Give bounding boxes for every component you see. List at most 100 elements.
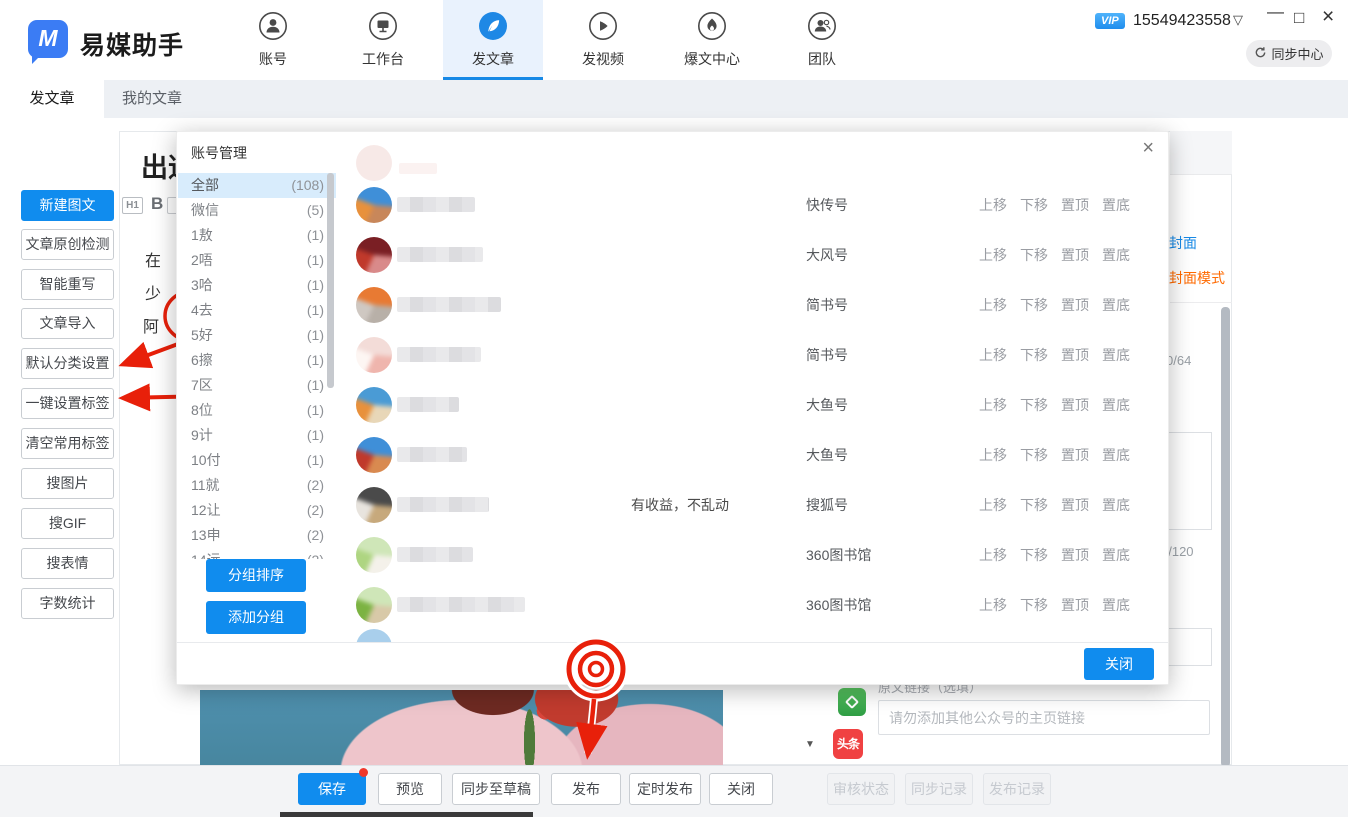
move-bottom-link[interactable]: 置底 bbox=[1102, 195, 1130, 215]
move-top-link[interactable]: 置顶 bbox=[1061, 595, 1089, 615]
cover-link[interactable]: 封面 bbox=[1169, 233, 1197, 253]
move-down-link[interactable]: 下移 bbox=[1020, 395, 1048, 415]
nav-item-2[interactable]: 发文章 bbox=[443, 0, 543, 80]
move-up-link[interactable]: 上移 bbox=[979, 245, 1007, 265]
platform-name: 360图书馆 bbox=[806, 547, 872, 563]
save-button[interactable]: 保存 bbox=[298, 773, 366, 805]
row-actions: 上移 下移 置顶 置底 bbox=[979, 195, 1130, 215]
account-dropdown-icon[interactable]: ▽ bbox=[1233, 12, 1243, 28]
move-bottom-link[interactable]: 置底 bbox=[1102, 545, 1130, 565]
platform-name: 简书号 bbox=[806, 297, 848, 313]
move-bottom-link[interactable]: 置底 bbox=[1102, 445, 1130, 465]
collapse-caret-icon[interactable]: ▼ bbox=[805, 739, 815, 750]
move-bottom-link[interactable]: 置底 bbox=[1102, 345, 1130, 365]
move-down-link[interactable]: 下移 bbox=[1020, 545, 1048, 565]
platform-name: 大风号 bbox=[806, 247, 848, 263]
censored-account-name bbox=[397, 397, 459, 412]
move-top-link[interactable]: 置顶 bbox=[1061, 195, 1089, 215]
move-up-link[interactable]: 上移 bbox=[979, 445, 1007, 465]
move-top-link[interactable]: 置顶 bbox=[1061, 445, 1089, 465]
vip-badge: VIP bbox=[1095, 13, 1125, 29]
sidebar-button[interactable]: 清空常用标签 bbox=[21, 428, 114, 459]
move-top-link[interactable]: 置顶 bbox=[1061, 245, 1089, 265]
sync-draft-button[interactable]: 同步至草稿 bbox=[452, 773, 540, 805]
schedule-publish-button[interactable]: 定时发布 bbox=[629, 773, 701, 805]
publish-records-button: 发布记录 bbox=[983, 773, 1051, 805]
tab-1[interactable]: 我的文章 bbox=[104, 80, 200, 118]
move-up-link[interactable]: 上移 bbox=[979, 195, 1007, 215]
modal-close-button[interactable]: 关闭 bbox=[1084, 648, 1154, 680]
sidebar-button[interactable]: 文章原创检测 bbox=[21, 229, 114, 260]
censored-name bbox=[399, 163, 437, 174]
sidebar-button[interactable]: 字数统计 bbox=[21, 588, 114, 619]
sync-center-button[interactable]: 同步中心 bbox=[1246, 40, 1332, 67]
maximize-button[interactable]: □ bbox=[1294, 8, 1304, 28]
tab-0[interactable]: 发文章 bbox=[0, 80, 104, 118]
sidebar-button[interactable]: 搜图片 bbox=[21, 468, 114, 499]
platform-name: 360图书馆 bbox=[806, 597, 872, 613]
move-bottom-link[interactable]: 置底 bbox=[1102, 245, 1130, 265]
move-up-link[interactable]: 上移 bbox=[979, 495, 1007, 515]
platform-name: 大鱼号 bbox=[806, 397, 848, 413]
move-bottom-link[interactable]: 置底 bbox=[1102, 495, 1130, 515]
nav-item-1[interactable]: 工作台 bbox=[333, 0, 433, 80]
sidebar-button[interactable]: 文章导入 bbox=[21, 308, 114, 339]
move-up-link[interactable]: 上移 bbox=[979, 395, 1007, 415]
account-row: 大鱼号 上移 下移 置顶 置底 bbox=[177, 387, 1170, 423]
move-up-link[interactable]: 上移 bbox=[979, 545, 1007, 565]
toutiao-icon[interactable]: 头条 bbox=[833, 729, 863, 759]
bold-icon[interactable]: B bbox=[151, 194, 163, 214]
avatar bbox=[356, 587, 392, 623]
sidebar-button[interactable]: 智能重写 bbox=[21, 269, 114, 300]
sync-icon bbox=[1254, 46, 1267, 62]
sidebar-button[interactable]: 默认分类设置 bbox=[21, 348, 114, 379]
move-down-link[interactable]: 下移 bbox=[1020, 595, 1048, 615]
move-top-link[interactable]: 置顶 bbox=[1061, 395, 1089, 415]
move-up-link[interactable]: 上移 bbox=[979, 595, 1007, 615]
account-row: 360图书馆 上移 下移 置顶 置底 bbox=[177, 587, 1170, 623]
close-button[interactable]: 关闭 bbox=[709, 773, 773, 805]
sidebar-button[interactable]: 一键设置标签 bbox=[21, 388, 114, 419]
nav-item-3[interactable]: 发视频 bbox=[553, 0, 653, 80]
move-up-link[interactable]: 上移 bbox=[979, 295, 1007, 315]
avatar bbox=[356, 387, 392, 423]
sidebar-button[interactable]: 搜表情 bbox=[21, 548, 114, 579]
platform-green-icon[interactable] bbox=[838, 688, 866, 716]
tab-bar: 发文章 我的文章 bbox=[0, 80, 1348, 118]
move-down-link[interactable]: 下移 bbox=[1020, 495, 1048, 515]
move-bottom-link[interactable]: 置底 bbox=[1102, 595, 1130, 615]
preview-button[interactable]: 预览 bbox=[378, 773, 442, 805]
minimize-button[interactable]: — bbox=[1267, 2, 1284, 22]
sidebar-button[interactable]: 新建图文 bbox=[21, 190, 114, 221]
nav-item-0[interactable]: 账号 bbox=[223, 0, 323, 80]
sidebar-button[interactable]: 搜GIF bbox=[21, 508, 114, 539]
move-down-link[interactable]: 下移 bbox=[1020, 295, 1048, 315]
heading-icon[interactable]: H1 bbox=[122, 197, 143, 214]
cover-mode-link[interactable]: 封面模式 bbox=[1169, 268, 1225, 288]
nav-item-5[interactable]: 团队 bbox=[772, 0, 872, 80]
avatar bbox=[356, 437, 392, 473]
move-top-link[interactable]: 置顶 bbox=[1061, 295, 1089, 315]
publish-button[interactable]: 发布 bbox=[551, 773, 621, 805]
move-bottom-link[interactable]: 置底 bbox=[1102, 395, 1130, 415]
account-row-partial bbox=[177, 145, 1170, 181]
summary-textarea[interactable] bbox=[1168, 432, 1212, 530]
move-down-link[interactable]: 下移 bbox=[1020, 195, 1048, 215]
platform-name: 大鱼号 bbox=[806, 447, 848, 463]
move-top-link[interactable]: 置顶 bbox=[1061, 545, 1089, 565]
extra-input[interactable] bbox=[1168, 628, 1212, 666]
account-number: 15549423558 bbox=[1133, 12, 1231, 29]
page-scrollbar[interactable] bbox=[1221, 307, 1230, 767]
source-link-input[interactable] bbox=[878, 700, 1210, 735]
move-up-link[interactable]: 上移 bbox=[979, 345, 1007, 365]
move-down-link[interactable]: 下移 bbox=[1020, 345, 1048, 365]
close-window-button[interactable]: × bbox=[1322, 5, 1334, 29]
move-down-link[interactable]: 下移 bbox=[1020, 445, 1048, 465]
move-bottom-link[interactable]: 置底 bbox=[1102, 295, 1130, 315]
avatar bbox=[356, 187, 392, 223]
move-down-link[interactable]: 下移 bbox=[1020, 245, 1048, 265]
article-text-fragment: 在 bbox=[145, 253, 162, 270]
move-top-link[interactable]: 置顶 bbox=[1061, 495, 1089, 515]
move-top-link[interactable]: 置顶 bbox=[1061, 345, 1089, 365]
nav-item-4[interactable]: 爆文中心 bbox=[662, 0, 762, 80]
